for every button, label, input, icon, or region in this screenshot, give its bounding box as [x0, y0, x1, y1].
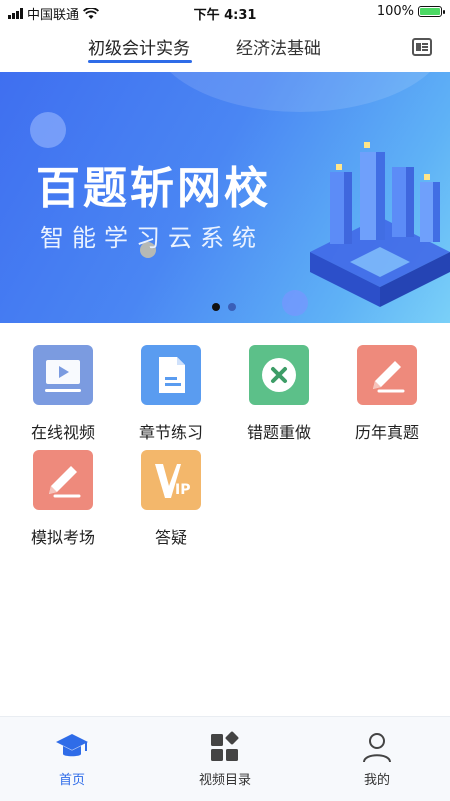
- nav-label: 视频目录: [198, 773, 251, 788]
- video-icon: [33, 345, 93, 405]
- nav-home[interactable]: 首页: [17, 729, 127, 788]
- banner-glow: [150, 72, 450, 112]
- tab-accounting[interactable]: 初级会计实务: [88, 34, 190, 59]
- feature-qa[interactable]: IP 答疑: [121, 450, 221, 548]
- tab-economic-law[interactable]: 经济法基础: [236, 34, 321, 59]
- feature-chapter-practice[interactable]: 章节练习: [121, 345, 221, 443]
- svg-text:IP: IP: [175, 482, 190, 498]
- banner-city-illustration: [310, 142, 450, 307]
- pencil-icon: [33, 450, 93, 510]
- graduation-cap-icon: [54, 729, 90, 765]
- tab-active-indicator: [88, 60, 192, 63]
- feature-label: 在线视频: [30, 423, 95, 442]
- banner-bubble: [30, 112, 66, 148]
- status-bar: 中国联通 下午 4:31 100%: [0, 0, 450, 24]
- banner-title: 百题斩网校: [36, 163, 271, 214]
- carousel-dot-active[interactable]: [212, 303, 220, 311]
- banner-carousel[interactable]: 百题斩网校 智能学习云系统: [0, 72, 450, 323]
- battery-percent: 100%: [376, 4, 414, 19]
- menu-icon[interactable]: [412, 38, 432, 56]
- feature-label: 历年真题: [354, 423, 419, 442]
- feature-online-video[interactable]: 在线视频: [13, 345, 113, 443]
- status-right: 100%: [376, 4, 445, 19]
- pencil-icon: [357, 345, 417, 405]
- feature-label: 模拟考场: [30, 528, 95, 547]
- vip-icon: IP: [141, 450, 201, 510]
- document-icon: [141, 345, 201, 405]
- carousel-dots: [212, 303, 236, 311]
- feature-wrong-redo[interactable]: 错题重做: [229, 345, 329, 443]
- banner-subtitle: 智能学习云系统: [40, 224, 264, 252]
- grid-icon: [207, 729, 243, 765]
- feature-label: 答疑: [154, 528, 187, 547]
- feature-label: 章节练习: [138, 423, 203, 442]
- nav-label: 我的: [363, 773, 390, 788]
- nav-label: 首页: [58, 773, 85, 788]
- user-icon: [359, 729, 395, 765]
- battery-icon: [418, 6, 445, 17]
- feature-mock-exam[interactable]: 模拟考场: [13, 450, 113, 548]
- carousel-dot[interactable]: [228, 303, 236, 311]
- nav-video-catalog[interactable]: 视频目录: [170, 729, 280, 788]
- feature-past-exams[interactable]: 历年真题: [337, 345, 437, 443]
- feature-label: 错题重做: [246, 423, 311, 442]
- bottom-nav: 首页 视频目录 我的: [0, 716, 450, 801]
- nav-mine[interactable]: 我的: [322, 729, 432, 788]
- subject-tabs: 初级会计实务 经济法基础: [0, 24, 450, 72]
- cross-circle-icon: [249, 345, 309, 405]
